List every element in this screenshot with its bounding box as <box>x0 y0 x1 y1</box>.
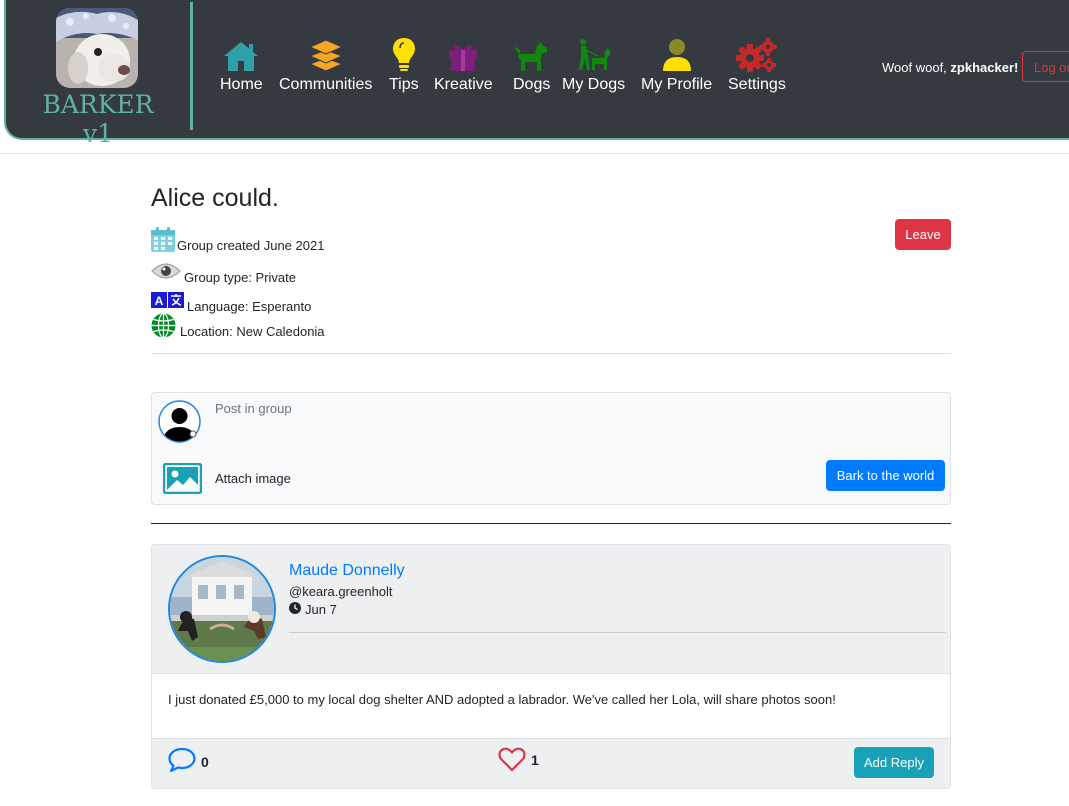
nav-item-label: Kreative <box>434 76 493 93</box>
post-date: Jun 7 <box>289 602 337 617</box>
group-created-row: Group created June 2021 <box>151 227 324 255</box>
like-count: 1 <box>531 752 539 768</box>
eye-icon <box>151 261 181 284</box>
svg-text:A: A <box>155 294 164 308</box>
current-user-avatar <box>158 400 201 443</box>
nav-item-label: My Profile <box>641 76 713 93</box>
post-card: Maude Donnelly @keara.greenholt Jun 7 I … <box>151 544 951 789</box>
header-separator <box>0 153 1069 154</box>
author-name-link[interactable]: Maude Donnelly <box>289 562 405 580</box>
post-header-divider <box>289 632 946 633</box>
comment-icon[interactable] <box>168 747 196 778</box>
brand-name[interactable]: BARKER v1 <box>26 90 170 148</box>
nav-item-label: Communities <box>279 76 373 93</box>
group-location-row: Location: New Caledonia <box>151 312 325 341</box>
nav-item-my-profile[interactable]: My Profile <box>641 36 712 94</box>
group-language: Language: Esperanto <box>187 299 312 314</box>
group-info-divider <box>151 353 951 354</box>
clock-icon <box>289 602 301 617</box>
user-icon <box>662 36 692 72</box>
post-date-text: Jun 7 <box>305 602 337 617</box>
brand-divider <box>190 2 193 130</box>
layers-icon <box>308 36 344 72</box>
gift-icon <box>447 36 479 72</box>
nav-item-home[interactable]: Home <box>220 36 263 94</box>
nav-item-label: Tips <box>389 76 419 93</box>
post-body: I just donated £5,000 to my local dog sh… <box>152 673 950 738</box>
bark-to-world-button[interactable]: Bark to the world <box>826 460 945 491</box>
greeting-username: zpkhacker! <box>950 60 1019 75</box>
greeting-prefix: Woof woof, <box>882 60 951 75</box>
nav-item-label: My Dogs <box>562 76 626 93</box>
nav-item-label: Dogs <box>513 76 551 93</box>
top-navbar: BARKER v1 Home Communities Tips Kreative… <box>4 0 1069 148</box>
globe-icon <box>151 312 176 341</box>
calendar-icon <box>151 227 175 255</box>
translate-icon: A <box>151 291 184 312</box>
group-created: Group created June 2021 <box>177 237 325 253</box>
nav-item-my-dogs[interactable]: My Dogs <box>562 36 625 94</box>
nav-item-communities[interactable]: Communities <box>279 36 372 94</box>
feed-divider <box>151 523 951 524</box>
gears-icon <box>735 36 778 72</box>
lightbulb-icon <box>391 36 417 72</box>
author-avatar[interactable] <box>168 555 276 663</box>
post-header: Maude Donnelly @keara.greenholt Jun 7 <box>152 545 950 673</box>
attach-image-label[interactable]: Attach image <box>215 471 291 486</box>
nav-item-label: Home <box>220 76 263 93</box>
nav-item-settings[interactable]: Settings <box>728 36 786 94</box>
post-footer: 0 1 Add Reply <box>152 738 950 788</box>
nav-item-dogs[interactable]: Dogs <box>513 36 550 94</box>
add-reply-button[interactable]: Add Reply <box>854 747 934 778</box>
reply-count: 0 <box>201 754 209 770</box>
heart-icon[interactable] <box>498 747 526 777</box>
nav-item-tips[interactable]: Tips <box>389 36 419 94</box>
post-input[interactable]: Post in group <box>215 401 292 416</box>
leave-group-button[interactable]: Leave <box>895 219 951 250</box>
dog-icon <box>514 36 549 72</box>
post-composer: Post in group Attach image Bark to the w… <box>151 392 951 505</box>
author-handle: @keara.greenholt <box>289 584 393 599</box>
logout-button[interactable]: Log out <box>1022 51 1069 82</box>
dog-walking-icon <box>576 36 612 72</box>
home-icon <box>222 36 260 72</box>
nav-item-kreative[interactable]: Kreative <box>434 36 493 94</box>
nav-item-label: Settings <box>728 76 786 93</box>
group-type-row: Group type: Private <box>151 260 296 285</box>
post-text: I just donated £5,000 to my local dog sh… <box>168 692 836 707</box>
group-title: Alice could. <box>151 184 279 212</box>
brand-logo-image[interactable] <box>56 8 138 88</box>
image-icon[interactable] <box>162 462 203 499</box>
user-greeting: Woof woof, zpkhacker! <box>882 60 1018 75</box>
group-language-row: A Language: Esperanto <box>151 289 311 314</box>
group-type: Group type: Private <box>184 270 296 285</box>
group-location: Location: New Caledonia <box>180 324 325 339</box>
